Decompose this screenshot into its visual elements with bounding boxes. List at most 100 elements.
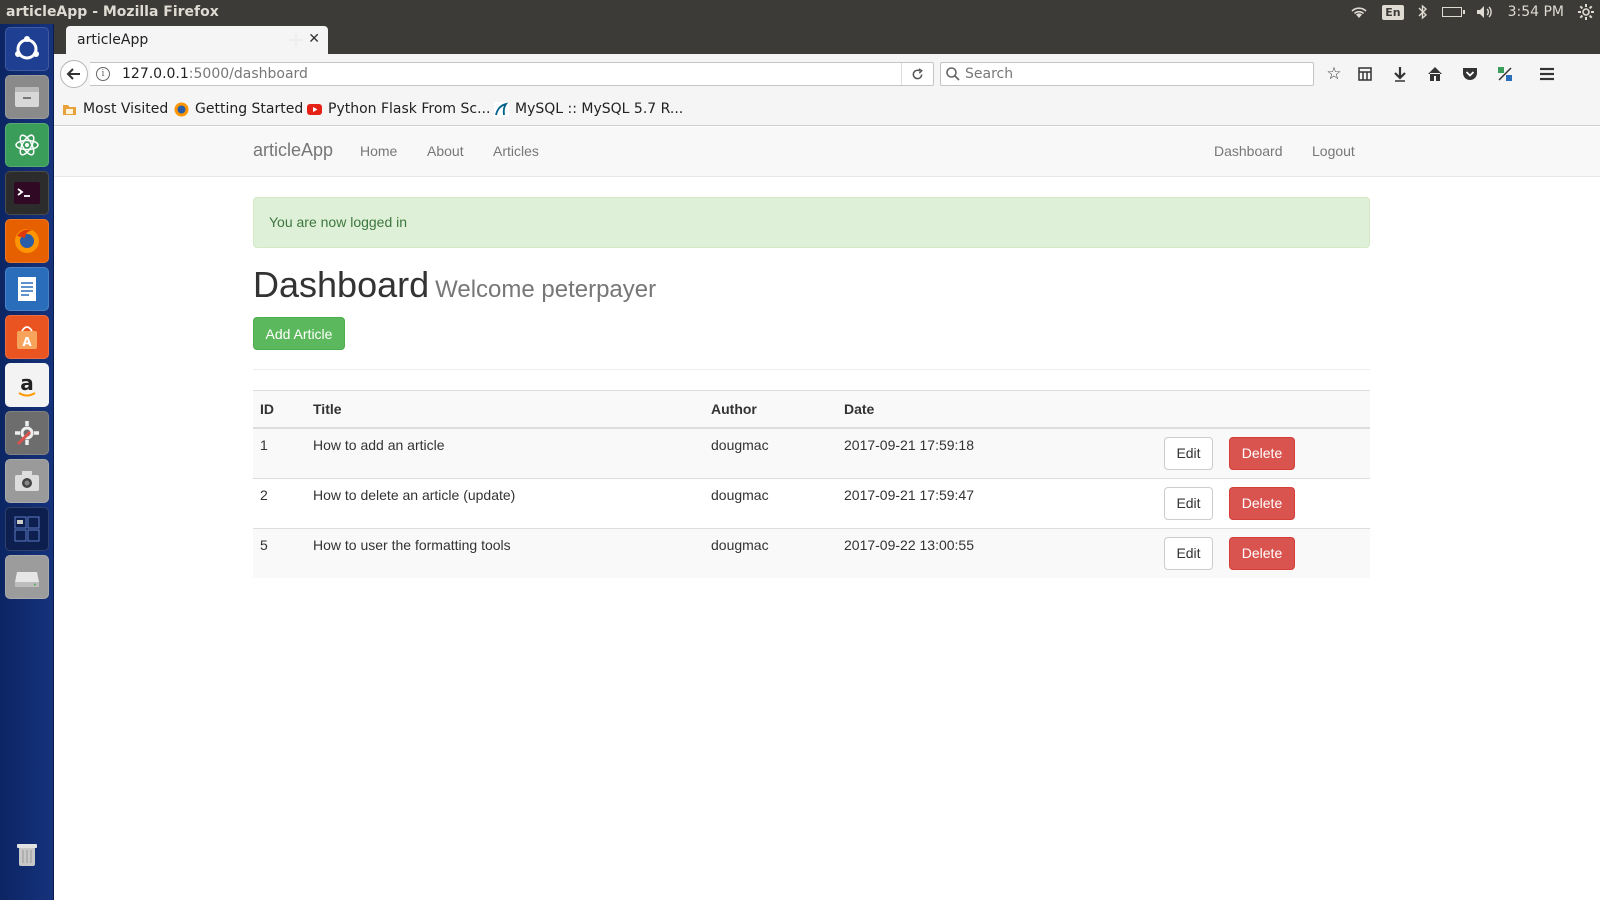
pocket-icon[interactable] (1459, 63, 1481, 85)
table-row: 5 How to user the formatting tools dougm… (253, 527, 1370, 578)
page-heading: Dashboard (253, 264, 430, 305)
bookmark-most-visited[interactable]: Most Visited (62, 101, 168, 117)
ubuntu-launcher: A a (0, 24, 54, 900)
cell-id: 1 (253, 427, 306, 478)
edit-button[interactable]: Edit (1164, 436, 1213, 470)
bookmark-star-icon[interactable]: ☆ (1323, 63, 1345, 85)
drive-icon[interactable] (5, 555, 49, 599)
extension-icon[interactable] (1494, 63, 1516, 85)
bookmark-python-flask[interactable]: Python Flask From Sc... (307, 101, 490, 117)
cell-title: How to add an article (306, 427, 704, 478)
bluetooth-icon[interactable] (1418, 0, 1428, 24)
alert-message: You are now logged in (269, 214, 408, 230)
files-icon[interactable] (5, 75, 49, 119)
cell-delete: Delete (1222, 427, 1370, 478)
cell-edit: Edit (1157, 427, 1222, 478)
column-header-delete (1222, 390, 1370, 429)
ubuntu-dash-icon[interactable] (5, 27, 49, 71)
cell-delete: Delete (1222, 527, 1370, 578)
workspaces-icon[interactable] (5, 507, 49, 551)
cell-id: 2 (253, 477, 306, 528)
back-arrow-icon (66, 68, 80, 80)
clock[interactable]: 3:54 PM (1508, 0, 1564, 24)
library-icon[interactable] (1354, 63, 1376, 85)
page-title: Dashboard Welcome peterpayer (253, 264, 656, 306)
search-icon (946, 67, 960, 85)
divider (253, 369, 1370, 370)
bookmark-getting-started[interactable]: Getting Started (174, 101, 303, 117)
column-header-date: Date (837, 390, 1157, 429)
software-center-icon[interactable]: A (5, 315, 49, 359)
menu-icon[interactable] (1536, 63, 1558, 85)
back-button[interactable] (60, 60, 88, 88)
search-placeholder: Search (965, 66, 1014, 82)
nav-about[interactable]: About (427, 143, 464, 159)
firefox-icon[interactable] (5, 219, 49, 263)
volume-icon[interactable] (1476, 0, 1494, 24)
welcome-subtitle: Welcome peterpayer (435, 276, 657, 303)
bookmark-label: Getting Started (195, 101, 304, 117)
system-settings-icon[interactable] (5, 411, 49, 455)
home-icon[interactable] (1424, 63, 1446, 85)
terminal-icon[interactable] (5, 171, 49, 215)
mysql-dolphin-icon (494, 101, 509, 117)
cell-id: 5 (253, 527, 306, 578)
tab-title: articleApp (77, 32, 149, 48)
column-header-author: Author (704, 390, 837, 429)
system-gear-icon[interactable] (1578, 0, 1594, 24)
site-navbar: articleApp Home About Articles Dashboard… (54, 127, 1600, 177)
cell-author: dougmac (704, 477, 837, 528)
amazon-icon[interactable]: a (5, 363, 49, 407)
nav-articles[interactable]: Articles (493, 143, 539, 159)
cell-author: dougmac (704, 427, 837, 478)
firefox-favicon-icon (174, 102, 189, 116)
table-header-row: ID Title Author Date (253, 390, 1370, 429)
success-alert: You are now logged in (253, 197, 1370, 248)
battery-icon[interactable] (1441, 0, 1465, 24)
cell-title: How to user the formatting tools (306, 527, 704, 578)
downloads-icon[interactable] (1389, 63, 1411, 85)
add-article-button[interactable]: Add Article (253, 317, 345, 350)
site-info-icon[interactable]: i (96, 67, 110, 81)
edit-button[interactable]: Edit (1164, 536, 1213, 570)
trash-icon[interactable] (5, 832, 49, 876)
column-header-edit (1157, 390, 1222, 429)
delete-button[interactable]: Delete (1229, 486, 1295, 520)
cell-date: 2017-09-22 13:00:55 (837, 527, 1157, 578)
svg-text:A: A (22, 335, 32, 349)
youtube-icon (307, 103, 322, 115)
cell-edit: Edit (1157, 477, 1222, 528)
folder-icon (63, 104, 76, 115)
tab-strip: articleApp ✕ + (54, 24, 1600, 54)
cell-author: dougmac (704, 527, 837, 578)
keyboard-layout-indicator[interactable]: En (1382, 0, 1404, 24)
cell-date: 2017-09-21 17:59:18 (837, 427, 1157, 478)
writer-icon[interactable] (5, 267, 49, 311)
camera-icon[interactable] (5, 459, 49, 503)
bookmark-label: Most Visited (83, 101, 169, 117)
atom-editor-icon[interactable] (5, 123, 49, 167)
url-bar[interactable]: i 127.0.0.1:5000/dashboard (90, 62, 934, 86)
delete-button[interactable]: Delete (1229, 436, 1295, 470)
site-brand[interactable]: articleApp (253, 140, 333, 161)
window-title: articleApp - Mozilla Firefox (6, 4, 219, 20)
articles-table: ID Title Author Date 1 How to add an art… (253, 390, 1370, 578)
nav-home[interactable]: Home (360, 143, 397, 159)
search-input[interactable]: Search (940, 62, 1314, 86)
new-tab-button[interactable]: + (282, 26, 310, 54)
cell-title: How to delete an article (update) (306, 477, 704, 528)
delete-button[interactable]: Delete (1229, 536, 1295, 570)
url-host: 127.0.0.1 (122, 66, 189, 82)
close-tab-icon[interactable]: ✕ (308, 31, 320, 47)
navigation-toolbar: i 127.0.0.1:5000/dashboard Search ☆ (54, 54, 1600, 92)
cell-delete: Delete (1222, 477, 1370, 528)
nav-dashboard[interactable]: Dashboard (1214, 143, 1283, 159)
ubuntu-top-panel: articleApp - Mozilla Firefox En 3:54 PM (0, 0, 1600, 24)
reload-icon[interactable] (901, 63, 933, 85)
nav-logout[interactable]: Logout (1312, 143, 1355, 159)
edit-button[interactable]: Edit (1164, 486, 1213, 520)
web-page: articleApp Home About Articles Dashboard… (54, 127, 1600, 900)
url-path: :5000/dashboard (188, 66, 308, 82)
bookmark-mysql[interactable]: MySQL :: MySQL 5.7 R... (494, 101, 683, 117)
wifi-icon[interactable] (1350, 0, 1368, 24)
